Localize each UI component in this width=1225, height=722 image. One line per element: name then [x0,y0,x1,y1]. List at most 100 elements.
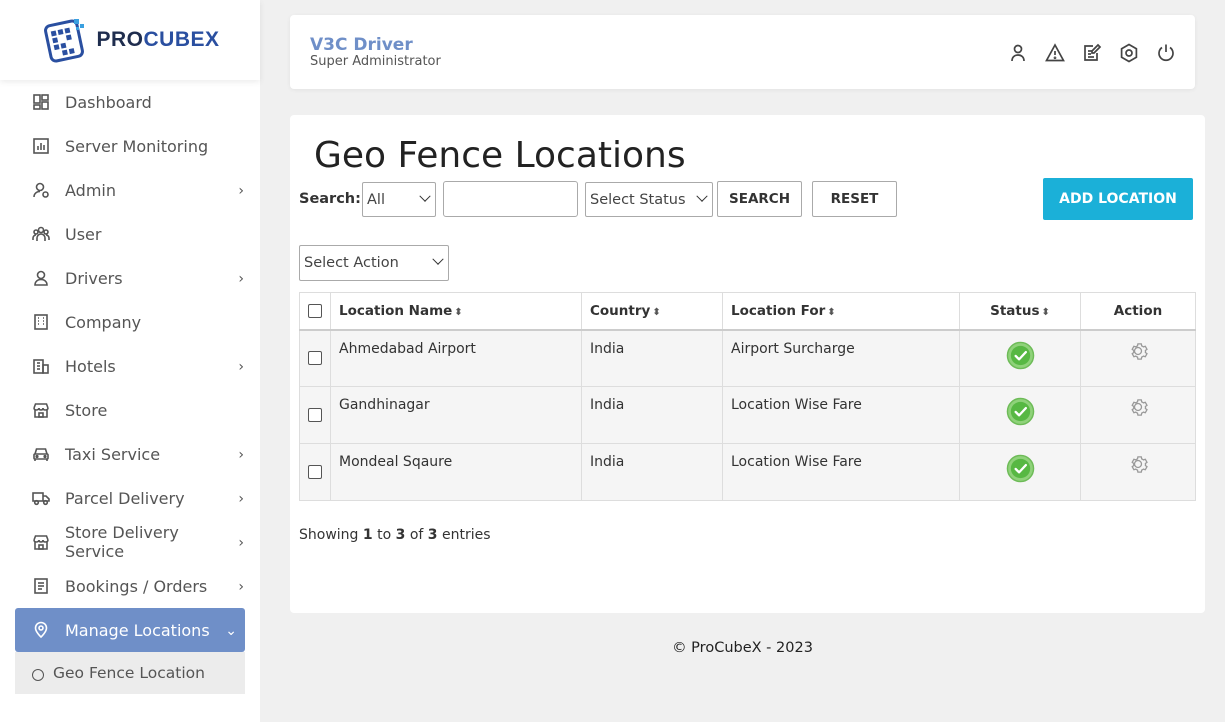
main-panel: Geo Fence Locations Search: All Select S… [290,115,1205,613]
sidebar-item-bookings-orders[interactable]: Bookings / Orders › [0,564,260,608]
entries-suffix: entries [441,527,491,543]
add-location-button[interactable]: ADD LOCATION [1043,178,1193,220]
list-icon [32,577,50,595]
page-title: Geo Fence Locations [314,135,686,176]
col-country[interactable]: Country ⬍ [581,292,723,331]
gear-icon[interactable] [1126,339,1150,363]
store-icon [32,401,50,419]
cell-action [1080,443,1196,501]
sidebar-item-taxi-service[interactable]: Taxi Service › [0,432,260,476]
sidebar-item-server-monitoring[interactable]: Server Monitoring [0,124,260,168]
store-icon [32,533,50,551]
cell-status [959,329,1081,387]
column-label: Country [590,302,651,319]
sidebar-subitem-geo-fence-location[interactable]: Geo Fence Location [15,652,245,694]
gear-icon[interactable] [1126,452,1150,476]
sidebar-item-label: User [65,224,102,244]
cell-country: India [581,329,723,387]
dashboard-icon [32,93,50,111]
footer-copyright: © ProCubeX - 2023 [672,640,813,656]
chart-icon [32,137,50,155]
location-pin-icon [32,621,50,639]
sidebar-subitem-label: Geo Fence Location [53,664,205,682]
driver-icon [32,269,50,287]
active-check-icon[interactable] [1006,397,1035,426]
sidebar-item-label: Server Monitoring [65,136,209,156]
reset-button[interactable]: RESET [812,181,897,217]
chevron-right-icon: › [238,447,244,463]
sidebar-item-label: Taxi Service [65,444,161,464]
sidebar-item-manage-locations[interactable]: Manage Locations ⌄ [15,608,245,652]
row-checkbox-cell [299,329,331,387]
row-checkbox[interactable] [308,408,322,422]
sidebar-item-label: Manage Locations [65,620,210,640]
brand-cubex: CUBEX [143,28,220,51]
column-label: Location For [731,302,826,319]
cell-status [959,443,1081,501]
col-location-name[interactable]: Location Name ⬍ [330,292,582,331]
car-icon [32,445,50,463]
sidebar-item-drivers[interactable]: Drivers › [0,256,260,300]
user-icon[interactable] [1007,42,1029,64]
circle-bullet-icon [32,669,44,681]
sidebar-item-store-delivery-service[interactable]: Store Delivery Service › [0,520,260,564]
edit-icon[interactable] [1081,42,1103,64]
sidebar-item-label: Parcel Delivery [65,488,185,508]
chevron-right-icon: › [238,359,244,375]
sidebar-item-label: Store Delivery Service [65,523,179,561]
search-button[interactable]: SEARCH [717,181,802,217]
gear-icon[interactable] [1126,395,1150,419]
entries-to-word: to [377,527,392,543]
status-select-value: Select Status [590,191,686,208]
row-checkbox[interactable] [308,351,322,366]
column-label: Action [1113,302,1163,319]
sidebar-item-dashboard[interactable]: Dashboard [0,80,260,124]
active-check-icon[interactable] [1006,454,1035,483]
cell-location-for: Location Wise Fare [722,443,960,501]
settings-icon[interactable] [1118,42,1140,64]
cell-country: India [581,386,723,444]
active-check-icon[interactable] [1006,341,1035,370]
sidebar: PROCUBEX Dashboard Server Monitoring Adm… [0,0,260,722]
col-location-for[interactable]: Location For ⬍ [722,292,960,331]
sidebar-item-user[interactable]: User [0,212,260,256]
entries-total: 3 [427,527,438,543]
users-icon [32,225,50,243]
sidebar-item-company[interactable]: Company [0,300,260,344]
cell-location-name: Gandhinagar [330,386,582,444]
bulk-action-select[interactable]: Select Action [299,245,449,281]
search-input[interactable] [443,181,578,217]
power-icon[interactable] [1155,42,1177,64]
search-scope-value: All [367,191,385,208]
select-all-checkbox[interactable] [308,303,322,318]
search-scope-select[interactable]: All [362,182,436,217]
entries-from: 1 [362,527,373,543]
chevron-down-icon [419,190,431,202]
status-select[interactable]: Select Status [585,182,713,217]
chevron-right-icon: › [238,491,244,507]
entries-to: 3 [395,527,406,543]
sidebar-item-hotels[interactable]: Hotels › [0,344,260,388]
column-label: Status [990,302,1040,319]
sidebar-nav: Dashboard Server Monitoring Admin › User… [0,80,260,694]
col-status[interactable]: Status ⬍ [959,292,1081,331]
sidebar-item-label: Admin [65,180,116,200]
header-icons [1007,42,1177,64]
chevron-right-icon: › [238,271,244,287]
sidebar-item-parcel-delivery[interactable]: Parcel Delivery › [0,476,260,520]
sidebar-item-admin[interactable]: Admin › [0,168,260,212]
entries-prefix: Showing [299,527,359,543]
sidebar-item-store[interactable]: Store [0,388,260,432]
table-header-row: Location Name ⬍ Country ⬍ Location For ⬍ St… [299,292,1196,331]
warning-icon[interactable] [1044,42,1066,64]
table-row: Mondeal Sqaure India Location Wise Fare [299,443,1196,501]
row-checkbox[interactable] [308,465,322,479]
user-role: Super Administrator [310,54,441,69]
logo[interactable]: PROCUBEX [0,0,260,80]
chevron-right-icon: › [238,579,244,595]
table-row: Ahmedabad Airport India Airport Surcharg… [299,329,1196,387]
locations-table: Location Name ⬍ Country ⬍ Location For ⬍ St… [299,292,1196,501]
hotel-icon [32,357,50,375]
chevron-down-icon [432,253,444,265]
sort-icon: ⬍ [827,306,836,318]
